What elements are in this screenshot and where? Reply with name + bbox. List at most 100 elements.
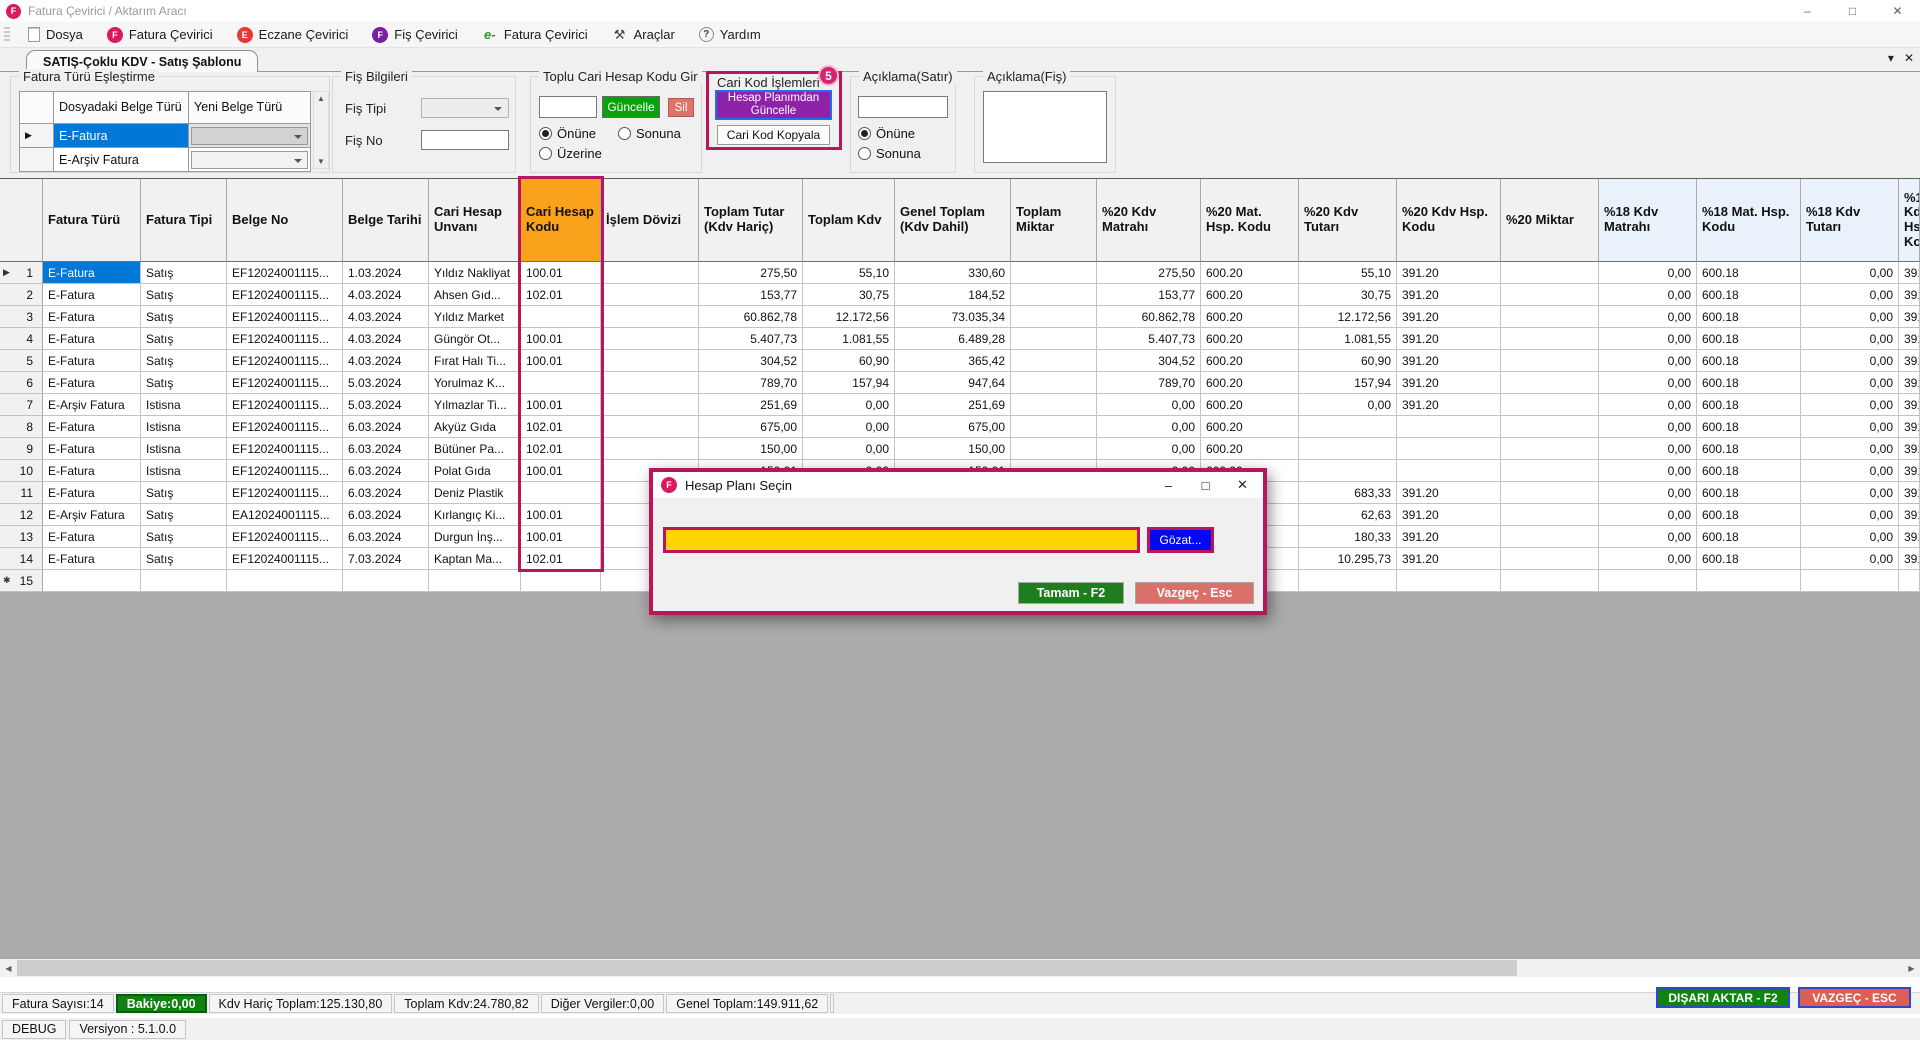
column-header-15[interactable]: %20 Miktar bbox=[1501, 179, 1599, 262]
grid-cell[interactable] bbox=[601, 394, 699, 416]
grid-cell[interactable] bbox=[1299, 416, 1397, 438]
grid-cell[interactable]: 365,42 bbox=[895, 350, 1011, 372]
grid-cell[interactable]: E-Fatura bbox=[43, 284, 141, 306]
grid-cell[interactable]: 391.18 bbox=[1899, 482, 1920, 504]
grid-cell[interactable]: Satış bbox=[141, 306, 227, 328]
vazgec-esc-button[interactable]: Vazgeç - Esc bbox=[1135, 582, 1254, 604]
grid-cell[interactable]: 600.20 bbox=[1201, 416, 1299, 438]
grid-cell[interactable] bbox=[1397, 438, 1501, 460]
grid-cell[interactable]: 5.03.2024 bbox=[343, 394, 429, 416]
column-header-1[interactable]: Fatura Tipi bbox=[141, 179, 227, 262]
grid-cell[interactable]: 0,00 bbox=[1599, 350, 1697, 372]
yeni-belge-turu-select[interactable] bbox=[191, 126, 308, 145]
grid-cell[interactable]: 251,69 bbox=[699, 394, 803, 416]
grid-cell[interactable]: E-Arşiv Fatura bbox=[43, 394, 141, 416]
grid-cell[interactable]: 391.18 bbox=[1899, 372, 1920, 394]
grid-cell[interactable] bbox=[601, 262, 699, 284]
row-header-cell[interactable]: 5 bbox=[0, 350, 43, 372]
grid-cell[interactable]: EF12024001115... bbox=[227, 284, 343, 306]
grid-cell[interactable]: 0,00 bbox=[803, 438, 895, 460]
close-button[interactable]: ✕ bbox=[1875, 0, 1920, 22]
grid-cell[interactable] bbox=[1801, 570, 1899, 592]
radio-önüne[interactable]: Önüne bbox=[539, 123, 618, 143]
grid-cell[interactable] bbox=[1501, 482, 1599, 504]
horizontal-scrollbar[interactable]: ◀ ▶ bbox=[0, 959, 1920, 977]
grid-cell[interactable] bbox=[601, 350, 699, 372]
grid-cell[interactable]: 391.20 bbox=[1397, 548, 1501, 570]
grid-cell[interactable] bbox=[601, 306, 699, 328]
grid-cell[interactable]: 0,00 bbox=[803, 394, 895, 416]
grid-cell[interactable] bbox=[1011, 416, 1097, 438]
column-header-18[interactable]: %18 Kdv Tutarı bbox=[1801, 179, 1899, 262]
grid-cell[interactable]: Yılmazlar Ti... bbox=[429, 394, 521, 416]
grid-cell[interactable]: 5.407,73 bbox=[699, 328, 803, 350]
radio-önüne[interactable]: Önüne bbox=[858, 123, 952, 143]
tamam-button[interactable]: Tamam - F2 bbox=[1018, 582, 1124, 604]
grid-cell[interactable]: 0,00 bbox=[1801, 526, 1899, 548]
grid-cell[interactable]: 0,00 bbox=[1801, 460, 1899, 482]
grid-cell[interactable]: EF12024001115... bbox=[227, 416, 343, 438]
grid-cell[interactable] bbox=[43, 570, 141, 592]
row-header-cell[interactable]: 4 bbox=[0, 328, 43, 350]
grid-cell[interactable] bbox=[1011, 262, 1097, 284]
grid-cell[interactable]: 391.20 bbox=[1397, 394, 1501, 416]
grid-cell[interactable]: Istisna bbox=[141, 394, 227, 416]
grid-cell[interactable]: 789,70 bbox=[1097, 372, 1201, 394]
grid-cell[interactable]: 102.01 bbox=[521, 438, 601, 460]
grid-cell[interactable] bbox=[601, 372, 699, 394]
row-header-cell[interactable]: ✱ 15 bbox=[0, 570, 43, 592]
grid-cell[interactable]: Satış bbox=[141, 526, 227, 548]
grid-cell[interactable]: 391.18 bbox=[1899, 416, 1920, 438]
cari-kod-kopyala-button[interactable]: Cari Kod Kopyala bbox=[717, 125, 830, 145]
grid-cell[interactable]: 391.20 bbox=[1397, 262, 1501, 284]
grid-cell[interactable]: 0,00 bbox=[1097, 394, 1201, 416]
grid-cell[interactable] bbox=[1501, 306, 1599, 328]
grid-cell[interactable]: Polat Gıda bbox=[429, 460, 521, 482]
grid-cell[interactable]: 0,00 bbox=[1599, 394, 1697, 416]
grid-cell[interactable]: 30,75 bbox=[1299, 284, 1397, 306]
grid-cell[interactable]: 4.03.2024 bbox=[343, 306, 429, 328]
grid-cell[interactable]: 180,33 bbox=[1299, 526, 1397, 548]
grid-cell[interactable]: 391.20 bbox=[1397, 372, 1501, 394]
grid-cell[interactable] bbox=[521, 482, 601, 504]
grid-cell[interactable]: 0,00 bbox=[1801, 284, 1899, 306]
grid-cell[interactable]: Yorulmaz K... bbox=[429, 372, 521, 394]
grid-cell[interactable] bbox=[521, 306, 601, 328]
grid-cell[interactable]: 600.18 bbox=[1697, 460, 1801, 482]
grid-cell[interactable]: 0,00 bbox=[1599, 548, 1697, 570]
grid-cell[interactable]: 600.18 bbox=[1697, 394, 1801, 416]
aciklama-satir-input[interactable] bbox=[858, 96, 948, 118]
grid-cell[interactable]: 157,94 bbox=[1299, 372, 1397, 394]
grid-cell[interactable]: 55,10 bbox=[1299, 262, 1397, 284]
grid-cell[interactable]: 0,00 bbox=[1097, 416, 1201, 438]
grid-cell[interactable]: 100.01 bbox=[521, 460, 601, 482]
grid-cell[interactable]: 0,00 bbox=[1599, 262, 1697, 284]
grid-cell[interactable] bbox=[343, 570, 429, 592]
grid-cell[interactable] bbox=[1011, 284, 1097, 306]
row-header-cell[interactable]: 11 bbox=[0, 482, 43, 504]
grid-cell[interactable]: E-Fatura bbox=[43, 306, 141, 328]
grid-cell[interactable]: 600.18 bbox=[1697, 416, 1801, 438]
grid-cell[interactable] bbox=[429, 570, 521, 592]
column-header-16[interactable]: %18 Kdv Matrahı bbox=[1599, 179, 1697, 262]
column-header-13[interactable]: %20 Kdv Tutarı bbox=[1299, 179, 1397, 262]
scroll-down-icon[interactable]: ▼ bbox=[317, 157, 325, 166]
grid-cell[interactable]: 184,52 bbox=[895, 284, 1011, 306]
minimize-button[interactable]: – bbox=[1785, 0, 1830, 22]
row-header-cell[interactable]: 9 bbox=[0, 438, 43, 460]
grid-cell[interactable]: 391.20 bbox=[1397, 306, 1501, 328]
grid-cell[interactable]: 0,00 bbox=[1801, 482, 1899, 504]
grid-cell[interactable] bbox=[1501, 438, 1599, 460]
grid-cell[interactable]: 60.862,78 bbox=[699, 306, 803, 328]
grid-cell[interactable]: Istisna bbox=[141, 416, 227, 438]
row-header-cell[interactable]: 12 bbox=[0, 504, 43, 526]
grid-cell[interactable]: 100.01 bbox=[521, 262, 601, 284]
grid-cell[interactable]: 0,00 bbox=[1299, 394, 1397, 416]
vazgec-button[interactable]: VAZGEÇ - ESC bbox=[1798, 987, 1911, 1008]
grid-cell[interactable]: E-Fatura bbox=[43, 482, 141, 504]
grid-cell[interactable] bbox=[601, 416, 699, 438]
grid-cell[interactable]: Satış bbox=[141, 284, 227, 306]
grid-cell[interactable]: 391.20 bbox=[1397, 504, 1501, 526]
grid-cell[interactable]: 304,52 bbox=[699, 350, 803, 372]
grid-cell[interactable]: E-Fatura bbox=[43, 460, 141, 482]
